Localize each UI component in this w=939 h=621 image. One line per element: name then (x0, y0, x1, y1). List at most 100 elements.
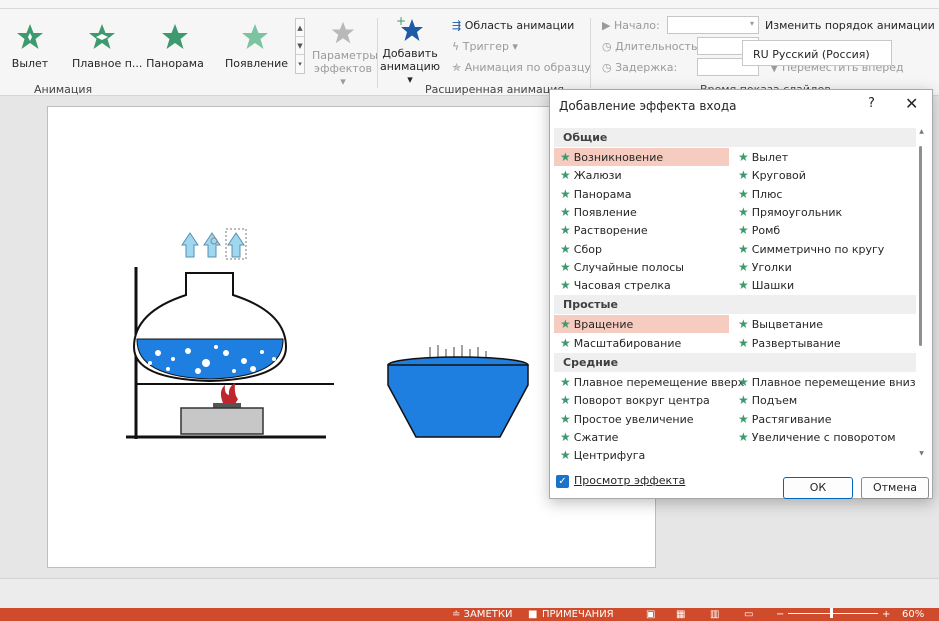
delay-label: ◷ Задержка: (602, 61, 677, 74)
effect-item[interactable]: ★ Подъем (732, 391, 801, 409)
effect-item[interactable]: ★ Растягивание (732, 410, 835, 428)
star-icon: ★ (738, 241, 749, 256)
effect-item[interactable]: ★ Симметрично по кругу (732, 240, 888, 258)
star-icon: ★ (738, 375, 749, 389)
scrollbar-thumb[interactable] (919, 146, 922, 346)
effect-item[interactable]: ★ Масштабирование (554, 334, 729, 352)
zoom-slider-thumb[interactable] (830, 608, 833, 618)
effect-item[interactable]: ★ Плавное перемещение вниз (732, 373, 916, 391)
effect-label: Круговой (751, 169, 806, 183)
boiling-flask[interactable] (132, 272, 288, 383)
effect-item[interactable]: ★ Часовая стрелка (554, 276, 729, 294)
comments-icon[interactable]: ■ (528, 609, 537, 620)
chevron-down-icon[interactable]: ▼ (917, 450, 926, 457)
burner[interactable] (180, 383, 264, 435)
effect-label: Увеличение с поворотом (751, 430, 896, 444)
zoom-in-icon[interactable]: + (882, 609, 890, 620)
effect-item[interactable]: ★ Круговой (732, 166, 810, 184)
comments-button[interactable]: ПРИМЕЧАНИЯ (542, 609, 614, 620)
trigger-button[interactable]: ϟ Триггер ▾ (452, 40, 518, 53)
chevron-up-icon[interactable]: ▲ (917, 128, 926, 135)
gallery-item-label: Появление (225, 57, 289, 70)
effect-item[interactable]: ★ Растворение (554, 221, 729, 239)
star-icon: ★ (560, 186, 571, 201)
effect-label: Вылет (751, 151, 789, 164)
effect-label: Плавное перемещение вниз (751, 376, 916, 389)
gallery-item-appear[interactable]: Появление (225, 22, 289, 72)
notes-button[interactable]: ≐ ЗАМЕТКИ (452, 609, 512, 620)
trigger-label: Триггер ▾ (462, 40, 518, 53)
help-button[interactable]: ? (868, 96, 875, 111)
gallery-expand-icon[interactable]: ▾ (296, 55, 304, 73)
effect-item[interactable]: ★ Жалюзи (554, 166, 729, 184)
star-icon: ★ (738, 223, 749, 238)
reorder-title: Изменить порядок анимации (765, 19, 935, 32)
effect-label: Плавное перемещение вверх (573, 376, 745, 389)
group-separator (590, 18, 591, 88)
effect-item[interactable]: ★ Панорама (554, 185, 729, 203)
gallery-item-float-in[interactable]: Плавное п... (72, 22, 142, 72)
preview-checkbox[interactable]: ✓ (556, 475, 569, 488)
animation-pane-button[interactable]: ⇶ Область анимации (452, 19, 574, 32)
effect-item[interactable]: ★ Увеличение с поворотом (732, 428, 900, 446)
effect-item[interactable]: ★ Прямоугольник (732, 203, 846, 221)
normal-view-icon[interactable]: ▣ (646, 609, 655, 620)
chevron-up-icon[interactable]: ▲ (296, 19, 304, 37)
effect-item[interactable]: ★ Плавное перемещение вверх (554, 373, 744, 391)
star-icon: ★ (738, 168, 749, 183)
effect-item[interactable]: ★ Сбор (554, 240, 729, 258)
preview-label[interactable]: Просмотр эффекта (574, 474, 685, 487)
gallery-item-fly-in[interactable]: Вылет (0, 22, 60, 72)
evaporating-bowl[interactable] (387, 345, 529, 438)
effect-item[interactable]: ★ Уголки (732, 258, 796, 276)
effect-item[interactable]: ★ Сжатие (554, 428, 729, 446)
star-icon: ★ (560, 429, 571, 444)
effect-options-button[interactable]: Параметры эффектов ▾ (312, 20, 378, 88)
effect-item[interactable]: ★ Ромб (732, 221, 784, 239)
animation-painter-button[interactable]: ✯ Анимация по образцу (452, 61, 591, 74)
effect-label: Часовая стрелка (573, 279, 671, 293)
star-icon: ★ (560, 317, 571, 332)
gallery-item-pan[interactable]: Панорама (145, 22, 205, 72)
effect-item[interactable]: ★ Развертывание (732, 334, 845, 352)
star-icon: ★ (738, 259, 749, 274)
effect-item[interactable]: ★ Вылет (732, 148, 792, 166)
start-combobox[interactable]: ▾ (667, 16, 759, 34)
notes-area[interactable] (0, 578, 939, 608)
start-label-text: Начало: (613, 19, 660, 32)
effect-item[interactable]: ★ Возникновение (554, 148, 729, 166)
effect-label: Уголки (751, 260, 792, 274)
close-icon[interactable]: ✕ (905, 94, 918, 113)
effect-list-scrollbar[interactable]: ▲ ▼ (917, 128, 926, 460)
zoom-slider[interactable] (788, 613, 878, 614)
gallery-scrollbar[interactable]: ▲ ▼ ▾ (295, 18, 305, 74)
effect-item[interactable]: ★ Появление (554, 203, 729, 221)
zoom-level[interactable]: 60% (902, 609, 924, 620)
add-animation-button[interactable]: + Добавить анимацию ▾ (378, 14, 442, 86)
effect-item[interactable]: ★ Выцветание (732, 315, 827, 333)
effect-item[interactable]: ★ Плюс (732, 185, 786, 203)
gallery-item-label: Вылет (11, 57, 49, 70)
slide-sorter-icon[interactable]: ▦ (676, 609, 685, 620)
effect-item[interactable]: ★ Случайные полосы (554, 258, 729, 276)
cancel-button[interactable]: Отмена (861, 477, 929, 499)
slideshow-icon[interactable]: ▭ (744, 609, 753, 620)
ok-button[interactable]: ОК (783, 477, 853, 499)
effect-item[interactable]: ★ Центрифуга (554, 446, 729, 464)
zoom-out-icon[interactable]: − (776, 609, 784, 620)
steam-arrows[interactable] (181, 228, 247, 260)
effect-item[interactable]: ★ Шашки (732, 276, 798, 294)
star-icon: ★ (738, 186, 749, 201)
delay-label-text: Задержка: (615, 61, 678, 74)
effect-item[interactable]: ★ Поворот вокруг центра (554, 391, 729, 409)
effect-label: Сбор (573, 242, 602, 256)
reading-view-icon[interactable]: ▥ (710, 609, 719, 620)
effect-label: Растягивание (751, 412, 832, 426)
effect-label: Вращение (573, 318, 634, 332)
star-icon: ★ (738, 317, 749, 332)
effect-item[interactable]: ★ Простое увеличение (554, 410, 729, 428)
effect-list[interactable]: Общие ★ Возникновение ★ Жалюзи ★ Панорама ★ Появ… (554, 128, 916, 504)
add-animation-star-icon: + (396, 14, 423, 41)
chevron-down-icon[interactable]: ▼ (296, 37, 304, 55)
effect-item[interactable]: ★ Вращение (554, 315, 729, 334)
